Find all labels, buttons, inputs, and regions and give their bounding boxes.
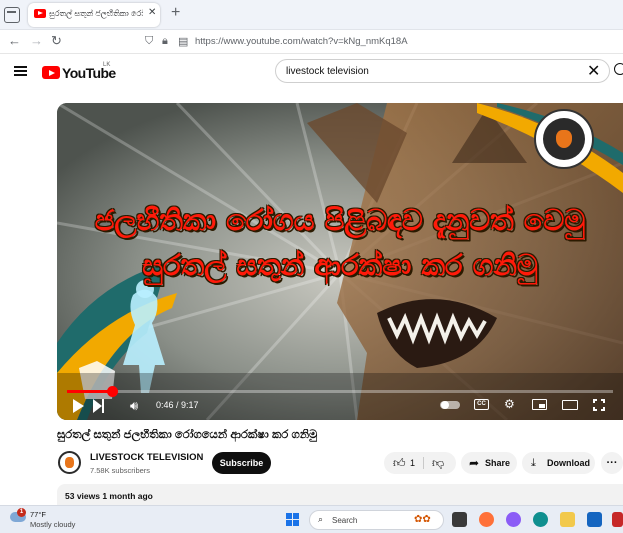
weather-condition[interactable]: Mostly cloudy: [30, 520, 75, 529]
subscriber-count: 7.58K subscribers: [90, 466, 151, 475]
time-display: 0:46 / 9:17: [156, 400, 199, 410]
search-icon: ⌕: [318, 514, 324, 524]
task-view-icon[interactable]: [452, 512, 467, 527]
theater-mode-icon[interactable]: [562, 400, 578, 410]
next-video-icon[interactable]: [93, 399, 105, 413]
like-dislike-group: 👍︎ 1 👎︎: [384, 452, 456, 474]
subscribe-button[interactable]: Subscribe: [212, 452, 271, 474]
progress-fill: [67, 390, 113, 393]
video-player[interactable]: ජලභීතිකා රෝගය පිළිබඳව දැනුවත් වෙමු සුරතල…: [57, 103, 623, 420]
windows-taskbar: 1 77°F Mostly cloudy ⌕ Search ✿✿: [0, 505, 623, 533]
download-icon: ⤓: [531, 457, 536, 469]
weather-temperature[interactable]: 77°F: [30, 510, 46, 519]
like-thumbs-up-icon[interactable]: 👍︎: [393, 452, 406, 474]
description-box[interactable]: 53 views 1 month ago: [57, 484, 623, 506]
youtube-header: YouTube LK livestock television ✕: [0, 54, 623, 90]
miniplayer-icon[interactable]: [532, 399, 547, 410]
lock-icon[interactable]: 🔒︎: [162, 35, 168, 48]
browser-toolbar: ← → ↻ ⛉ 🔒︎ ▤ https://www.youtube.com/wat…: [0, 30, 623, 54]
captions-icon[interactable]: CC: [474, 399, 489, 410]
microsoft-store-icon[interactable]: [587, 512, 602, 527]
search-input[interactable]: livestock television ✕: [275, 59, 610, 83]
progress-bar[interactable]: [67, 386, 613, 397]
search-icon[interactable]: [614, 63, 623, 75]
notification-badge: 1: [17, 508, 26, 517]
like-divider: [423, 457, 424, 469]
tab-overview-icon[interactable]: [4, 7, 20, 23]
tab-close-icon[interactable]: ✕: [148, 7, 156, 18]
reload-icon[interactable]: ↻: [51, 33, 62, 49]
thumbnail-headline-1: ජලභීතිකා රෝගය පිළිබඳව දැනුවත් වෙමු: [94, 203, 586, 237]
file-explorer-icon[interactable]: [560, 512, 575, 527]
youtube-play-logo-icon: [42, 66, 60, 79]
search-highlight-icon: ✿✿: [414, 514, 431, 525]
edge-icon[interactable]: [533, 512, 548, 527]
view-count-and-date: 53 views 1 month ago: [65, 491, 153, 501]
youtube-favicon-icon: [34, 9, 46, 18]
share-label: Share: [485, 458, 511, 468]
youtube-logo[interactable]: YouTube LK: [42, 62, 122, 82]
thumbnail-headline-2: සුරතල් සතුන් ආරක්ෂා කර ගනිමු: [142, 248, 538, 282]
volume-icon[interactable]: 🔊︎: [130, 398, 138, 414]
back-arrow-icon[interactable]: ←: [8, 33, 21, 48]
share-button[interactable]: ➦ Share: [461, 452, 517, 474]
like-count[interactable]: 1: [410, 452, 415, 474]
screen: සුරතල් සතුන් ජලභීතිකා රෝගයෙන් ආරක්ෂා කර …: [0, 0, 623, 533]
windows-start-icon[interactable]: [286, 513, 300, 527]
channel-logo-watermark: [534, 109, 594, 169]
browser-tab-strip: සුරතල් සතුන් ජලභීතිකා රෝගයෙන් ආරක්ෂා කර …: [0, 0, 623, 30]
tab-title: සුරතල් සතුන් ජලභීතිකා රෝගයෙන් ආරක්ෂා කර …: [49, 9, 143, 18]
channel-name[interactable]: LIVESTOCK TELEVISION: [90, 452, 203, 463]
download-label: Download: [547, 458, 590, 468]
dislike-thumbs-down-icon[interactable]: 👎︎: [432, 452, 444, 474]
download-button[interactable]: ⤓ Download: [522, 452, 595, 474]
hamburger-menu-icon[interactable]: [14, 66, 27, 76]
firefox-icon[interactable]: [479, 512, 494, 527]
taskbar-search-input[interactable]: ⌕ Search ✿✿: [309, 510, 444, 530]
country-code: LK: [103, 62, 111, 68]
play-icon[interactable]: [73, 399, 84, 413]
share-arrow-icon: ➦: [469, 456, 480, 470]
url-text[interactable]: https://www.youtube.com/watch?v=kNg_nmKq…: [195, 36, 408, 47]
autoplay-toggle[interactable]: [440, 401, 460, 409]
fullscreen-icon[interactable]: [593, 399, 605, 411]
new-tab-button[interactable]: +: [171, 4, 180, 22]
permissions-icon[interactable]: ▤: [178, 35, 188, 48]
copilot-icon[interactable]: [506, 512, 521, 527]
shield-icon[interactable]: ⛉: [145, 35, 153, 48]
more-actions-button[interactable]: ···: [601, 452, 623, 474]
address-bar[interactable]: ⛉ 🔒︎ ▤ https://www.youtube.com/watch?v=k…: [143, 33, 623, 52]
settings-gear-icon[interactable]: ⚙︎: [504, 397, 515, 411]
video-title: සුරතල් සතුන් ජලභීතිකා රෝගයෙන් ආරක්ෂා කර …: [57, 429, 318, 441]
forward-arrow-icon[interactable]: →: [30, 33, 43, 48]
search-query[interactable]: livestock television: [286, 66, 369, 77]
taskbar-search-placeholder: Search: [332, 516, 358, 525]
channel-avatar[interactable]: [58, 451, 81, 474]
browser-tab-active[interactable]: සුරතල් සතුන් ජලභීතිකා රෝගයෙන් ආරක්ෂා කර …: [28, 3, 160, 27]
pinned-app-icon[interactable]: [612, 512, 623, 527]
search-clear-icon[interactable]: ✕: [587, 61, 600, 81]
